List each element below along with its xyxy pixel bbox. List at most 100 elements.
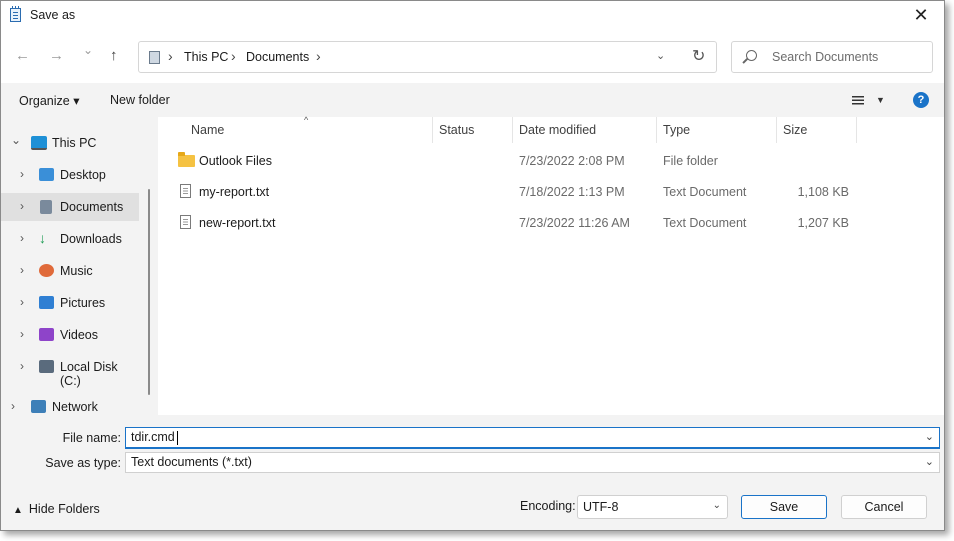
text-file-icon — [180, 184, 191, 198]
desktop-icon — [39, 168, 54, 181]
window-title: Save as — [30, 8, 76, 22]
navigation-scrollbar[interactable] — [148, 189, 150, 395]
new-folder-button[interactable]: New folder — [110, 93, 170, 107]
sidebar-item-videos[interactable]: › Videos — [1, 321, 139, 349]
save-as-type-select[interactable]: Text documents (*.txt) ⌄ — [125, 452, 940, 473]
file-name-value: tdir.cmd — [131, 430, 175, 444]
column-divider[interactable] — [776, 117, 777, 143]
view-dropdown-icon[interactable]: ▼ — [876, 95, 885, 105]
videos-icon — [39, 328, 54, 341]
file-row[interactable]: new-report.txt 7/23/2022 11:26 AM Text D… — [158, 208, 944, 238]
refresh-icon[interactable]: ↻ — [692, 46, 705, 66]
pc-icon — [31, 136, 47, 150]
chevron-right-icon[interactable]: › — [20, 263, 24, 277]
disk-icon — [39, 360, 54, 373]
file-name: new-report.txt — [199, 216, 276, 230]
file-row[interactable]: my-report.txt 7/18/2022 1:13 PM Text Doc… — [158, 177, 944, 207]
breadcrumb-this-pc[interactable]: This PC — [184, 50, 228, 64]
file-row[interactable]: Outlook Files 7/23/2022 2:08 PM File fol… — [158, 146, 944, 176]
file-size: 1,108 KB — [797, 185, 849, 199]
close-icon[interactable]: ✕ — [906, 3, 936, 27]
sidebar-item-label: Pictures — [60, 296, 106, 310]
search-icon — [746, 50, 757, 61]
sidebar-item-documents[interactable]: › Documents — [1, 193, 139, 221]
file-name-input[interactable]: tdir.cmd ⌄ — [125, 427, 940, 449]
column-divider[interactable] — [512, 117, 513, 143]
chevron-right-icon[interactable]: › — [20, 231, 24, 245]
organize-button[interactable]: Organize ▾ — [19, 93, 79, 108]
recent-locations-icon[interactable]: ⌄ — [83, 43, 93, 57]
sidebar-item-desktop[interactable]: › Desktop — [1, 161, 139, 189]
encoding-dropdown-icon[interactable]: ⌄ — [713, 500, 721, 511]
documents-icon — [40, 200, 52, 214]
file-name: Outlook Files — [199, 154, 272, 168]
save-as-type-dropdown-icon[interactable]: ⌄ — [925, 455, 934, 468]
sidebar-item-this-pc[interactable]: ⌄ This PC — [1, 129, 139, 157]
column-divider[interactable] — [432, 117, 433, 143]
sidebar-item-label: Local Disk (C:) — [60, 360, 118, 388]
breadcrumb-documents[interactable]: Documents — [246, 50, 309, 64]
column-divider[interactable] — [856, 117, 857, 143]
sidebar-item-music[interactable]: › Music — [1, 257, 139, 285]
address-dropdown-icon[interactable]: ⌄ — [656, 49, 665, 62]
back-arrow-icon[interactable]: ← — [15, 47, 30, 64]
music-icon — [39, 264, 54, 277]
breadcrumb-separator[interactable]: › — [231, 48, 236, 64]
file-date: 7/23/2022 11:26 AM — [519, 216, 630, 230]
sidebar-item-pictures[interactable]: › Pictures — [1, 289, 139, 317]
file-size: 1,207 KB — [797, 216, 849, 230]
up-arrow-icon[interactable]: ↑ — [110, 47, 118, 64]
save-as-dialog: Save as ✕ ← → ⌄ ↑ › This PC › Documents … — [0, 0, 945, 531]
notepad-icon — [10, 6, 21, 22]
file-type: Text Document — [663, 185, 747, 199]
chevron-down-icon[interactable]: ⌄ — [11, 133, 21, 147]
chevron-right-icon[interactable]: › — [11, 399, 15, 413]
breadcrumb-separator[interactable]: › — [316, 48, 321, 64]
sidebar-item-label: Music — [60, 264, 93, 278]
column-header-name[interactable]: Name — [191, 123, 224, 137]
search-box[interactable]: Search Documents — [731, 41, 933, 73]
hide-folders-button[interactable]: ▲ Hide Folders — [13, 502, 100, 516]
save-as-type-label: Save as type: — [45, 456, 121, 470]
column-header-type[interactable]: Type — [663, 123, 690, 137]
sidebar-item-local-disk[interactable]: › Local Disk (C:) — [1, 353, 139, 388]
hide-folders-label: Hide Folders — [28, 502, 100, 516]
breadcrumb-separator: › — [168, 48, 173, 64]
file-name: my-report.txt — [199, 185, 270, 199]
forward-arrow-icon[interactable]: → — [49, 47, 64, 64]
address-location-icon — [149, 51, 160, 64]
search-placeholder: Search Documents — [772, 50, 879, 64]
save-button[interactable]: Save — [741, 495, 827, 519]
chevron-right-icon[interactable]: › — [20, 327, 24, 341]
sort-ascending-icon: ^ — [304, 115, 309, 125]
help-icon[interactable]: ? — [913, 92, 929, 108]
encoding-label: Encoding: — [520, 499, 576, 513]
file-type: File folder — [663, 154, 718, 168]
file-name-label: File name: — [62, 431, 121, 445]
column-header-date-modified[interactable]: Date modified — [519, 123, 596, 137]
file-type: Text Document — [663, 216, 747, 230]
save-as-type-value: Text documents (*.txt) — [131, 455, 252, 469]
column-divider[interactable] — [656, 117, 657, 143]
save-form: File name: tdir.cmd ⌄ Save as type: Text… — [1, 415, 944, 530]
column-header-size[interactable]: Size — [783, 123, 807, 137]
chevron-right-icon[interactable]: › — [20, 199, 24, 213]
sidebar-item-downloads[interactable]: › ↓ Downloads — [1, 225, 139, 253]
encoding-value: UTF-8 — [583, 500, 619, 514]
address-bar[interactable]: › This PC › Documents › ⌄ ↻ — [138, 41, 717, 73]
chevron-right-icon[interactable]: › — [20, 359, 24, 373]
view-details-icon[interactable] — [852, 96, 864, 105]
sidebar-item-label: Videos — [60, 328, 98, 342]
chevron-right-icon[interactable]: › — [20, 295, 24, 309]
folder-icon — [178, 152, 195, 167]
column-header-status[interactable]: Status — [439, 123, 474, 137]
sidebar-item-label: Desktop — [60, 168, 106, 182]
encoding-select[interactable]: UTF-8 ⌄ — [577, 495, 728, 519]
file-name-dropdown-icon[interactable]: ⌄ — [925, 430, 934, 443]
title-bar: Save as ✕ — [1, 1, 944, 31]
chevron-right-icon[interactable]: › — [20, 167, 24, 181]
cancel-button[interactable]: Cancel — [841, 495, 927, 519]
command-bar: Organize ▾ New folder ▼ ? — [1, 83, 944, 117]
sidebar-item-label: Documents — [60, 200, 124, 214]
sidebar-item-label: Downloads — [60, 232, 122, 246]
